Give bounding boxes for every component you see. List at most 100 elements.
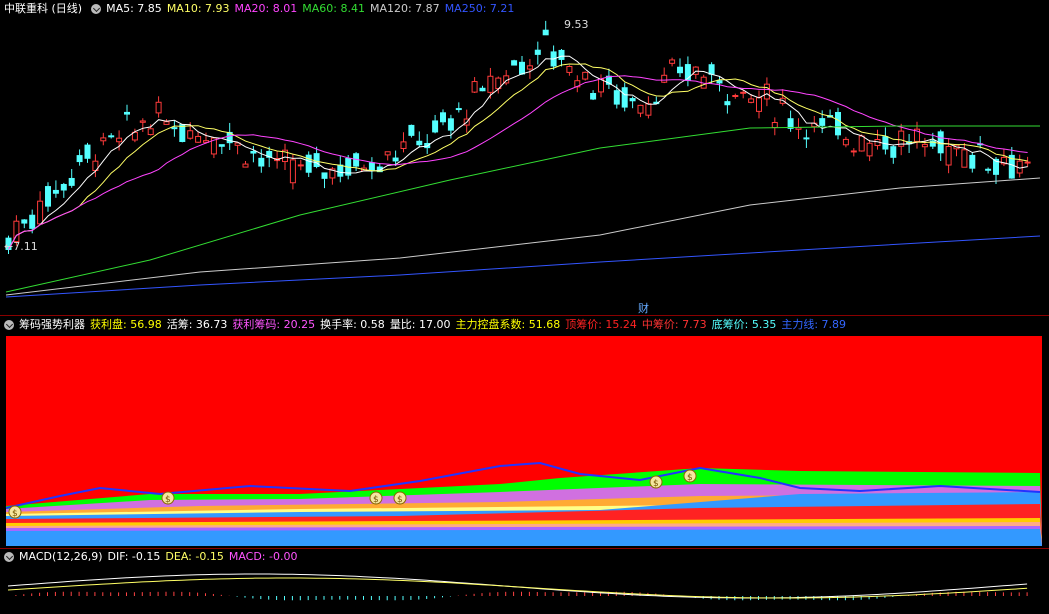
candle: [558, 48, 565, 67]
candle: [605, 68, 612, 90]
svg-text:$: $: [687, 473, 693, 483]
chip-legend-item-2: 获利筹码: 20.25: [232, 318, 316, 331]
candle: [874, 129, 881, 150]
candle: [779, 89, 786, 106]
svg-text:$: $: [397, 495, 403, 505]
ma-legend-item-3: MA60: 8.41: [302, 2, 365, 15]
candle: [574, 75, 581, 93]
candle: [1016, 154, 1023, 178]
candle: [400, 132, 407, 153]
candle: [590, 90, 597, 101]
candle: [937, 129, 944, 161]
candle: [440, 109, 446, 126]
candle: [866, 139, 873, 162]
chip-settings-gear-icon[interactable]: [4, 319, 14, 330]
chip-legend-item-5: 主力控盘系数: 51.68: [455, 318, 561, 331]
candle: [337, 155, 344, 183]
candle: [598, 74, 604, 98]
candle: [511, 59, 518, 66]
candle: [708, 62, 715, 84]
candle: [76, 149, 83, 166]
svg-text:$: $: [653, 479, 659, 489]
chip-legend-item-4: 量比: 17.00: [389, 318, 451, 331]
ma20-line: [8, 75, 1028, 250]
low-price-label: ←7.11: [4, 240, 38, 253]
ma-legend-item-0: MA5: 7.85: [106, 2, 162, 15]
candle: [661, 67, 668, 84]
kline-panel[interactable]: 中联重科 (日线) MA5: 7.85 MA10: 7.93 MA20: 8.01 M…: [0, 0, 1049, 315]
chip-legend: 获利盘: 56.98 活筹: 36.73 获利筹码: 20.25 换手率: 0.58 量…: [90, 316, 851, 333]
candle: [724, 94, 731, 114]
macd-legend-item-2: MACD: -0.00: [228, 550, 298, 563]
chip-legend-item-7: 中筹价: 7.73: [641, 318, 707, 331]
chip-legend-item-0: 获利盘: 56.98: [90, 318, 162, 331]
candle: [108, 133, 115, 139]
candle: [60, 182, 67, 198]
candle: [471, 77, 478, 93]
candle: [163, 119, 170, 125]
candle: [92, 154, 99, 178]
chip-legend-item-9: 主力线: 7.89: [781, 318, 847, 331]
macd-header: MACD(12,26,9) DIF: -0.15 DEA: -0.15 MACD: …: [0, 548, 307, 565]
candle: [124, 104, 130, 121]
settings-gear-icon[interactable]: [91, 3, 102, 14]
candle: [37, 191, 44, 226]
candle: [787, 110, 794, 132]
candle: [882, 127, 889, 155]
candle: [669, 57, 676, 67]
candle: [756, 90, 762, 119]
stock-title: 中联重科 (日线): [4, 2, 83, 15]
macd-settings-gear-icon[interactable]: [4, 551, 14, 562]
candle: [700, 74, 707, 89]
macd-legend: DIF: -0.15 DEA: -0.15 MACD: -0.00: [108, 548, 303, 565]
candle: [171, 120, 178, 137]
chip-legend-item-6: 顶筹价: 15.24: [565, 318, 637, 331]
chip-header: 筹码强势利器 获利盘: 56.98 活筹: 36.73 获利筹码: 20.25 换手率…: [0, 316, 1049, 333]
ma-legend-item-1: MA10: 7.93: [166, 2, 230, 15]
candle: [289, 154, 296, 190]
candle: [985, 167, 992, 174]
candle: [534, 41, 541, 65]
candle: [179, 124, 186, 143]
candle: [566, 65, 573, 76]
candle: [1008, 146, 1015, 179]
candle: [218, 144, 225, 154]
chip-lower-blue-band: [6, 529, 1042, 546]
candle: [684, 56, 691, 87]
candle: [242, 160, 249, 168]
kline-header: 中联重科 (日线) MA5: 7.85 MA10: 7.93 MA20: 8.01 M…: [0, 0, 524, 17]
candle: [455, 102, 462, 113]
candle: [416, 131, 423, 148]
kline-chart[interactable]: [0, 0, 1049, 315]
candle: [842, 136, 849, 148]
candle: [195, 131, 202, 143]
candle: [384, 151, 391, 161]
candle: [52, 180, 59, 198]
candle: [795, 118, 802, 139]
chip-legend-item-3: 换手率: 0.58: [320, 318, 385, 331]
svg-text:$: $: [12, 509, 18, 519]
candle: [408, 124, 415, 138]
ma250-line: [5, 235, 1041, 298]
candle: [677, 58, 683, 77]
candle: [100, 132, 107, 146]
finance-event-marker[interactable]: 财: [638, 300, 649, 316]
macd-panel[interactable]: MACD(12,26,9) DIF: -0.15 DEA: -0.15 MACD: …: [0, 548, 1049, 614]
chip-chart[interactable]: $ $ $ $ $ $: [0, 316, 1049, 548]
chip-legend-item-1: 活筹: 36.73: [166, 318, 228, 331]
chip-panel[interactable]: $ $ $ $ $ $ 筹码强势利器 获利盘: 56.98 活筹: 36.73 获利筹码: 2…: [0, 316, 1049, 548]
candle: [542, 20, 549, 36]
candle: [234, 142, 241, 155]
ma10-line: [8, 63, 1028, 250]
candle: [368, 157, 375, 180]
ma5-line: [8, 55, 1028, 250]
candle: [763, 77, 770, 107]
candle: [526, 58, 533, 79]
chip-legend-item-8: 底筹价: 5.35: [711, 318, 777, 331]
chip-title: 筹码强势利器: [19, 318, 85, 331]
macd-legend-item-0: DIF: -0.15: [107, 550, 161, 563]
candle: [479, 85, 486, 92]
candle: [155, 96, 162, 118]
candle: [84, 142, 91, 163]
candle: [139, 118, 146, 133]
